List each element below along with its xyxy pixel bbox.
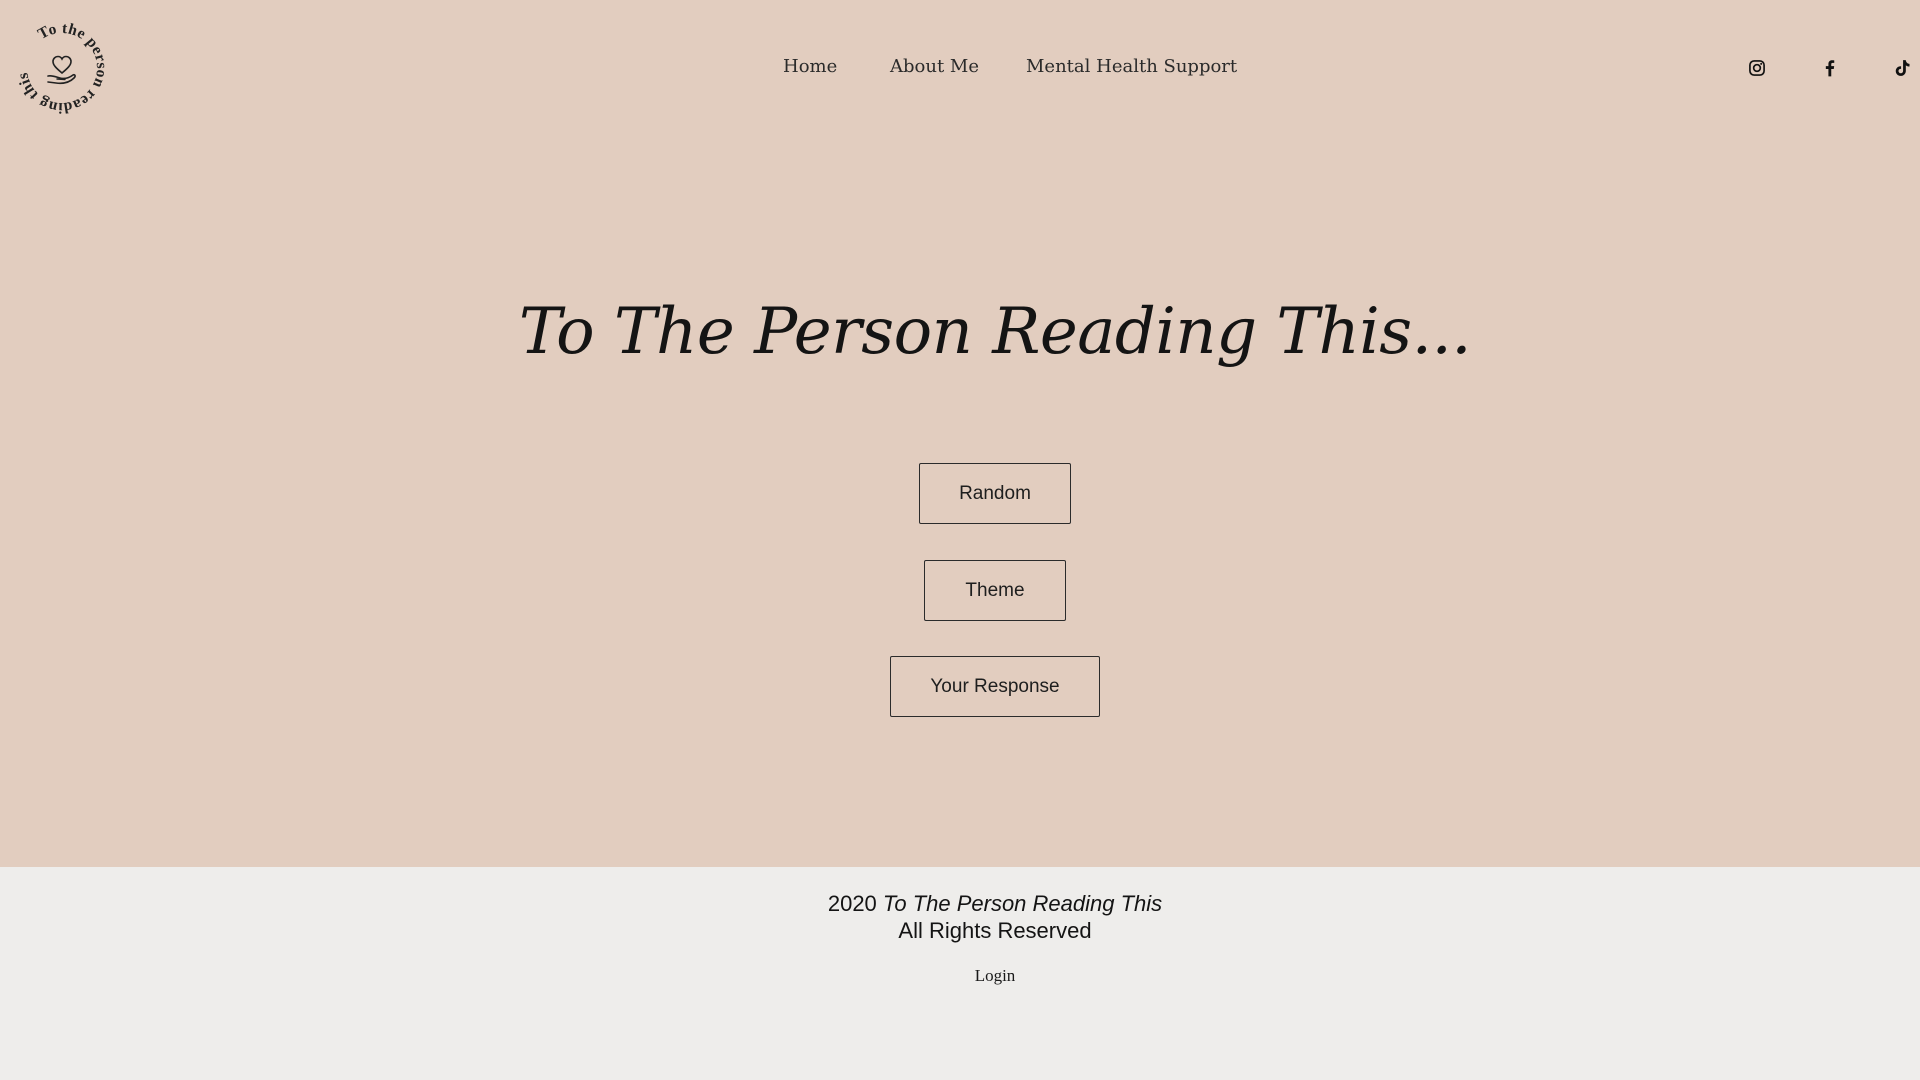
hero-title: To The Person Reading This... xyxy=(518,295,1472,369)
facebook-icon xyxy=(1825,60,1835,77)
theme-button[interactable]: Theme xyxy=(924,560,1066,621)
tiktok-icon xyxy=(1895,60,1910,76)
nav-mental-health-support-link[interactable]: Mental Health Support xyxy=(1026,56,1237,77)
footer-site-name: To The Person Reading This xyxy=(882,891,1163,916)
main-nav: Home About Me Mental Health Support xyxy=(0,56,1920,82)
main-section: To the person reading this . . . Home Ab… xyxy=(0,0,1920,867)
footer-copyright-line: 2020 To The Person Reading This xyxy=(0,890,1920,917)
your-response-button[interactable]: Your Response xyxy=(890,656,1100,717)
random-button[interactable]: Random xyxy=(919,463,1071,524)
instagram-link[interactable] xyxy=(1745,56,1769,80)
footer-copyright: 2020 To The Person Reading This All Righ… xyxy=(0,890,1920,944)
tiktok-link[interactable] xyxy=(1890,56,1914,80)
facebook-link[interactable] xyxy=(1818,56,1842,80)
login-link[interactable]: Login xyxy=(975,966,1016,985)
footer-rights: All Rights Reserved xyxy=(898,918,1092,943)
footer-year: 2020 xyxy=(827,891,877,916)
footer-login: Login xyxy=(0,966,1920,986)
nav-about-me-link[interactable]: About Me xyxy=(890,56,979,77)
instagram-icon xyxy=(1749,60,1765,76)
nav-home-link[interactable]: Home xyxy=(783,56,837,77)
